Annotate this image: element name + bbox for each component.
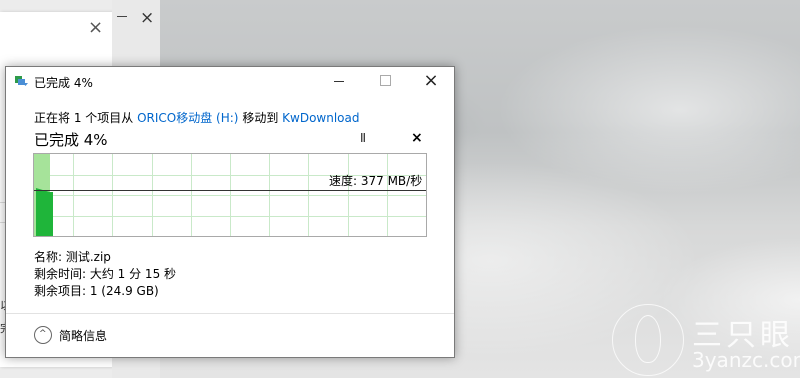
graph-gridline [152, 154, 153, 236]
speed-label: 速度: 377 MB/秒 [329, 174, 423, 188]
maximize-icon [380, 75, 391, 86]
footer-divider [6, 313, 454, 314]
title-bar[interactable]: 已完成 4% × [6, 67, 454, 95]
graph-gridline [191, 154, 192, 236]
copy-progress-dialog: 已完成 4% × 正在将 1 个项目从 ORICO移动盘 (H:) 移动到 Kw… [5, 66, 455, 358]
graph-gridline [230, 154, 231, 236]
graph-gridline [112, 154, 113, 236]
fewer-details-label: 简略信息 [59, 329, 108, 343]
graph-gridline [387, 154, 388, 236]
source-link[interactable]: ORICO移动盘 (H:) [137, 111, 238, 125]
background-minimize-icon[interactable] [117, 16, 127, 17]
copy-icon [15, 76, 28, 86]
progress-status-title: 已完成 4% [34, 131, 108, 149]
cancel-button[interactable]: × [411, 130, 423, 146]
minimize-button[interactable] [316, 67, 362, 95]
minimize-icon [334, 81, 344, 82]
pause-button[interactable]: II [360, 131, 366, 145]
watermark: 三只眼 3yanzc.com [612, 304, 800, 378]
speed-graph [33, 153, 427, 237]
speed-bar [36, 192, 53, 236]
maximize-button[interactable] [362, 67, 408, 95]
graph-gridline [269, 154, 270, 236]
fewer-details-button[interactable]: ^ 简略信息 [34, 326, 154, 346]
close-button[interactable]: × [408, 67, 454, 95]
watermark-flame-icon [635, 315, 661, 363]
description-middle: 移动到 [238, 111, 283, 125]
watermark-url: 3yanzc.com [692, 348, 800, 372]
background-window-close-icon[interactable]: × [140, 8, 154, 28]
time-remaining: 剩余时间: 大约 1 分 15 秒 [34, 267, 177, 281]
graph-gridline [73, 154, 74, 236]
graph-gridline [308, 154, 309, 236]
background-close-icon[interactable]: × [88, 18, 103, 38]
speed-line [34, 190, 426, 191]
description-prefix: 正在将 1 个项目从 [34, 111, 138, 125]
window-title: 已完成 4% [34, 76, 93, 90]
operation-description: 正在将 1 个项目从 ORICO移动盘 (H:) 移动到 KwDownload [34, 109, 359, 126]
watermark-logo-icon [612, 304, 684, 376]
chevron-up-icon: ^ [34, 326, 52, 344]
file-name: 名称: 测试.zip [34, 250, 111, 264]
graph-gridline [348, 154, 349, 236]
destination-link[interactable]: KwDownload [282, 111, 359, 125]
items-remaining: 剩余项目: 1 (24.9 GB) [34, 284, 159, 298]
